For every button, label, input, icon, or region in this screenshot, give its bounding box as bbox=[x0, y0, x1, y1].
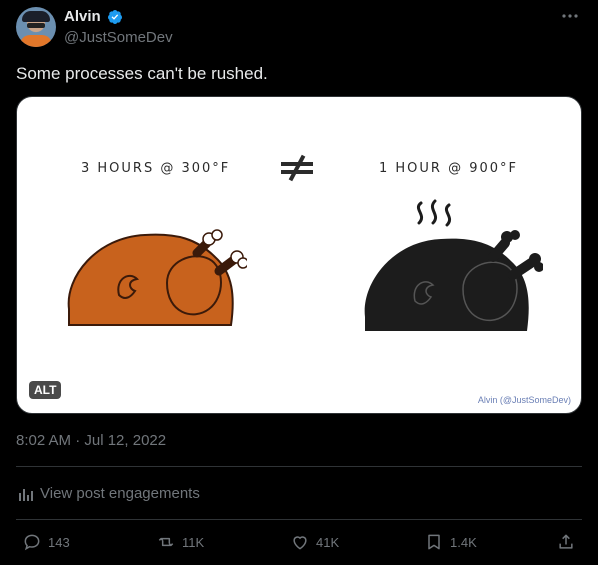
view-engagements-label: View post engagements bbox=[40, 485, 200, 502]
roasted-turkey-illustration bbox=[67, 229, 247, 326]
action-bar: 143 11K 41K 1.4K bbox=[0, 532, 598, 558]
share-button[interactable] bbox=[556, 532, 576, 552]
image-credit: Alvin (@JustSomeDev) bbox=[477, 395, 571, 405]
bookmark-button[interactable]: 1.4K bbox=[424, 532, 477, 552]
like-button[interactable]: 41K bbox=[290, 532, 339, 552]
share-icon bbox=[559, 534, 573, 549]
avatar[interactable] bbox=[16, 7, 56, 47]
right-label: 1 HOUR @ 900°F bbox=[379, 161, 519, 176]
author-name[interactable]: Alvin bbox=[64, 8, 101, 25]
chart-icon bbox=[19, 488, 33, 501]
divider bbox=[16, 519, 582, 520]
more-icon[interactable] bbox=[560, 10, 580, 22]
view-engagements-link[interactable]: View post engagements bbox=[18, 485, 200, 502]
reply-button[interactable]: 143 bbox=[22, 532, 70, 552]
like-count: 41K bbox=[316, 534, 340, 550]
repost-count: 11K bbox=[182, 534, 205, 550]
post-timestamp[interactable]: 8:02 AM · Jul 12, 2022 bbox=[16, 432, 166, 449]
divider bbox=[16, 466, 582, 467]
reply-count: 143 bbox=[48, 534, 70, 550]
repost-icon bbox=[158, 537, 174, 547]
bookmark-icon bbox=[428, 534, 440, 550]
author-handle[interactable]: @JustSomeDev bbox=[64, 29, 173, 46]
verified-badge-icon bbox=[107, 10, 122, 24]
like-icon bbox=[293, 536, 307, 550]
bookmark-count: 1.4K bbox=[450, 534, 477, 550]
post-text: Some processes can't be rushed. bbox=[16, 64, 268, 83]
post-image[interactable]: 3 HOURS @ 300°F 1 HOUR @ 900°F ALT Alvin… bbox=[16, 96, 582, 414]
burnt-turkey-illustration bbox=[364, 199, 543, 331]
avatar-glasses bbox=[27, 23, 45, 28]
repost-button[interactable]: 11K bbox=[156, 532, 204, 552]
not-equal-icon bbox=[281, 154, 313, 182]
alt-badge[interactable]: ALT bbox=[29, 381, 62, 399]
avatar-hat bbox=[22, 11, 50, 22]
reply-icon bbox=[24, 534, 40, 551]
avatar-shirt bbox=[20, 35, 52, 47]
left-label: 3 HOURS @ 300°F bbox=[81, 161, 231, 176]
